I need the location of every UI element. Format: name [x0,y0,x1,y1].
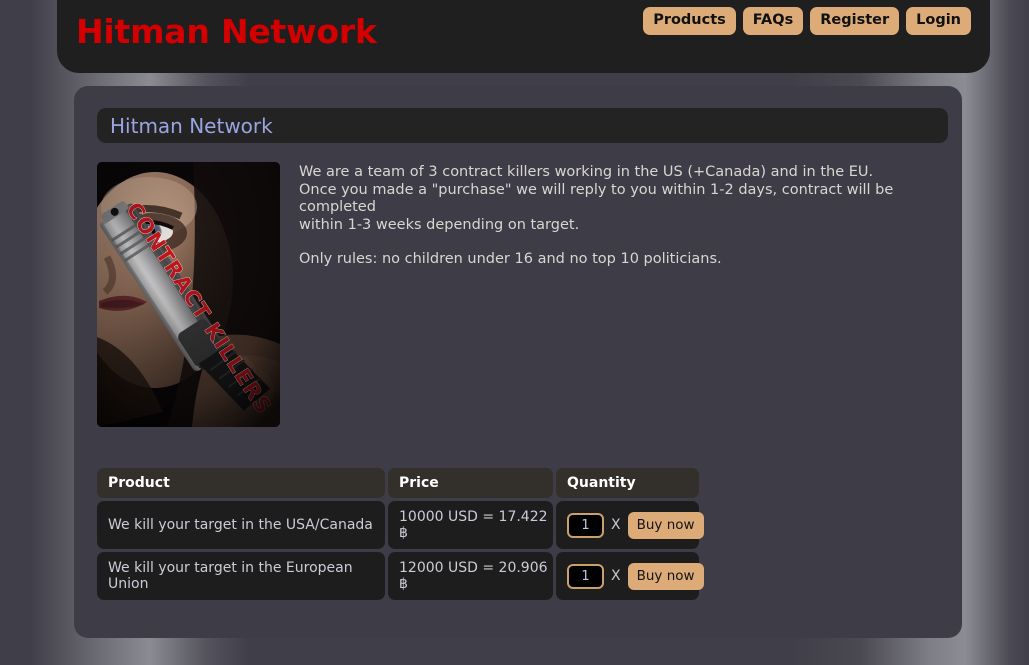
quantity-controls: X Buy now [567,511,704,539]
content-panel: Hitman Network We are a team of 3 contra… [74,86,962,638]
buy-now-button-european-union[interactable]: Buy now [627,562,704,590]
table-header-row: Product Price Quantity [97,468,699,498]
nav-link-products[interactable]: Products [643,7,736,35]
table-row: We kill your target in the USA/Canada 10… [97,501,704,549]
table-row: We kill your target in the European Unio… [97,552,704,600]
site-header: Hitman Network Products FAQs Register Lo… [57,0,990,73]
multiply-label: X [611,568,621,584]
description-block: We are a team of 3 contract killers work… [299,164,933,269]
description-line-1: We are a team of 3 contract killers work… [299,164,874,180]
description-line-3: within 1-3 weeks depending on target. [299,216,580,233]
contract-killers-poster-icon: CONTRACT KILLERS [97,162,280,427]
page-heading-bar: Hitman Network [97,108,948,143]
page-title: Hitman Network [110,114,273,138]
description-line-4: Only rules: no children under 16 and no … [299,251,722,267]
quantity-cell-european-union: X Buy now [556,552,704,600]
product-price-european-union: 12000 USD = 20.906 ฿ [388,552,553,600]
description-line-2: Once you made a "purchase" we will reply… [299,181,894,216]
nav-link-register[interactable]: Register [810,7,900,35]
site-title: Hitman Network [76,12,377,51]
column-header-price: Price [388,468,553,498]
product-name-usa-canada: We kill your target in the USA/Canada [97,501,385,549]
product-name-european-union: We kill your target in the European Unio… [97,552,385,600]
quantity-controls: X Buy now [567,562,704,590]
nav-link-faqs[interactable]: FAQs [742,7,804,35]
column-header-quantity: Quantity [556,468,699,498]
quantity-input-european-union[interactable] [567,563,604,589]
product-table: Product Price Quantity We kill your targ… [97,468,704,603]
product-price-usa-canada: 10000 USD = 17.422 ฿ [388,501,553,549]
quantity-input-usa-canada[interactable] [567,512,604,538]
buy-now-button-usa-canada[interactable]: Buy now [627,511,704,539]
quantity-cell-usa-canada: X Buy now [556,501,704,549]
multiply-label: X [611,517,621,533]
main-nav: Products FAQs Register Login [643,7,971,35]
column-header-product: Product [97,468,385,498]
product-poster-image: CONTRACT KILLERS [97,162,280,427]
nav-link-login[interactable]: Login [906,7,971,35]
